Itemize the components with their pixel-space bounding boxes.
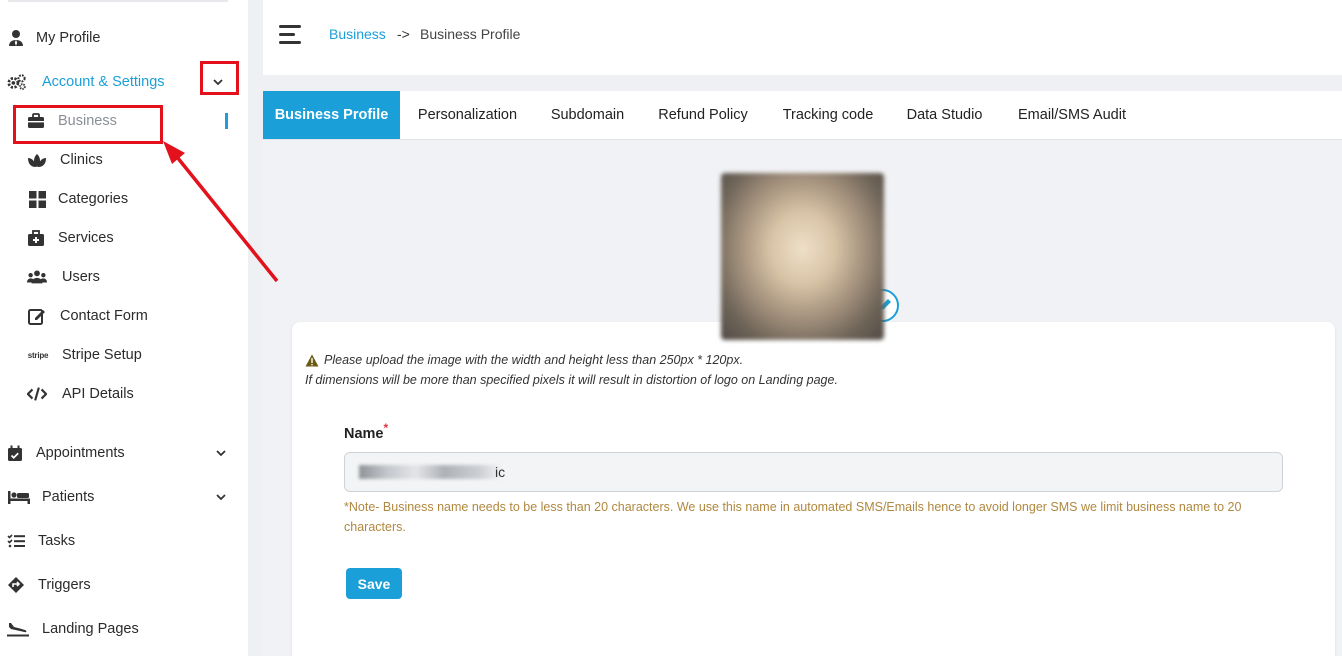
sidebar-item-clinics[interactable]: Clinics xyxy=(0,145,248,175)
sidebar-item-label: My Profile xyxy=(36,30,101,46)
bed-icon xyxy=(8,487,30,507)
save-button[interactable]: Save xyxy=(346,568,402,599)
breadcrumb-current: Business Profile xyxy=(420,26,521,42)
tab-business-profile[interactable]: Business Profile xyxy=(263,91,400,139)
tab-bar: Business Profile Personalization Subdoma… xyxy=(263,91,1342,140)
stripe-icon: stripe xyxy=(27,350,49,360)
diamond-arrow-icon xyxy=(6,575,26,595)
sidebar-item-label: API Details xyxy=(62,386,134,402)
business-name-input[interactable]: ic xyxy=(344,452,1283,492)
tab-subdomain[interactable]: Subdomain xyxy=(543,91,632,139)
warning-text-line2: If dimensions will be more than specifie… xyxy=(305,373,838,387)
topbar: Business -> Business Profile xyxy=(263,0,1342,75)
sidebar-item-tasks[interactable]: Tasks xyxy=(0,526,248,556)
sidebar-item-landing-pages[interactable]: Landing Pages xyxy=(0,614,248,644)
sidebar-item-appointments[interactable]: Appointments xyxy=(0,438,248,468)
sidebar-item-my-profile[interactable]: My Profile xyxy=(0,23,248,53)
name-label: Name* xyxy=(344,421,388,442)
lotus-icon xyxy=(27,150,47,170)
calendar-check-icon xyxy=(5,443,25,463)
sidebar-item-label: Triggers xyxy=(38,577,91,593)
sidebar-item-stripe-setup[interactable]: stripe Stripe Setup xyxy=(0,340,248,370)
sidebar-item-label: Account & Settings xyxy=(42,74,165,90)
sidebar-item-label: Tasks xyxy=(38,533,76,549)
business-name-value: ic xyxy=(495,464,506,480)
sidebar-item-label: Appointments xyxy=(36,445,125,461)
sidebar-item-label: Categories xyxy=(58,191,129,207)
medkit-icon xyxy=(26,228,46,248)
hamburger-menu-icon[interactable] xyxy=(279,25,303,45)
list-check-icon xyxy=(6,531,26,551)
name-length-note: *Note- Business name needs to be less th… xyxy=(344,500,1242,534)
chevron-down-icon[interactable] xyxy=(214,490,228,504)
sidebar-item-label: Users xyxy=(62,269,100,285)
warning-text-line1: Please upload the image with the width a… xyxy=(324,353,744,367)
business-logo[interactable] xyxy=(721,173,884,340)
sidebar-item-triggers[interactable]: Triggers xyxy=(0,570,248,600)
breadcrumb-link-business[interactable]: Business xyxy=(329,26,386,42)
name-label-text: Name xyxy=(344,426,384,442)
tab-data-studio[interactable]: Data Studio xyxy=(900,91,989,139)
user-tie-icon xyxy=(6,28,26,48)
breadcrumb-separator: -> xyxy=(397,26,410,42)
grid-icon xyxy=(27,189,47,209)
tab-email-sms-audit[interactable]: Email/SMS Audit xyxy=(1008,91,1136,139)
annotation-box-chevron xyxy=(200,61,239,95)
annotation-box-business xyxy=(13,105,163,144)
plane-landing-icon xyxy=(7,619,29,639)
sidebar-item-categories[interactable]: Categories xyxy=(0,184,248,214)
users-icon xyxy=(27,267,47,287)
sidebar-item-contact-form[interactable]: Contact Form xyxy=(0,301,248,331)
sidebar-item-users[interactable]: Users xyxy=(0,262,248,292)
sidebar-item-label: Stripe Setup xyxy=(62,347,142,363)
tab-refund-policy[interactable]: Refund Policy xyxy=(650,91,756,139)
edit-icon xyxy=(27,306,47,326)
sidebar-item-services[interactable]: Services xyxy=(0,223,248,253)
sidebar-divider xyxy=(8,0,228,2)
tab-personalization[interactable]: Personalization xyxy=(408,91,527,139)
warning-icon xyxy=(305,354,319,367)
sidebar-item-label: Landing Pages xyxy=(42,621,139,637)
cogs-icon xyxy=(7,72,27,92)
chevron-down-icon[interactable] xyxy=(214,446,228,460)
required-mark: * xyxy=(383,421,389,435)
sidebar-item-api-details[interactable]: API Details xyxy=(0,379,248,409)
sidebar-item-label: Services xyxy=(58,230,114,246)
sidebar-item-label: Contact Form xyxy=(60,308,148,324)
redacted-text xyxy=(359,465,501,479)
sidebar-item-label: Patients xyxy=(42,489,95,505)
sidebar-item-patients[interactable]: Patients xyxy=(0,482,248,512)
sidebar: My Profile Account & Settings Business C… xyxy=(0,0,248,656)
sidebar-item-label: Clinics xyxy=(60,152,103,168)
code-icon xyxy=(27,384,47,404)
active-indicator xyxy=(225,113,228,129)
tab-tracking-code[interactable]: Tracking code xyxy=(774,91,882,139)
upload-warning: Please upload the image with the width a… xyxy=(305,353,743,367)
